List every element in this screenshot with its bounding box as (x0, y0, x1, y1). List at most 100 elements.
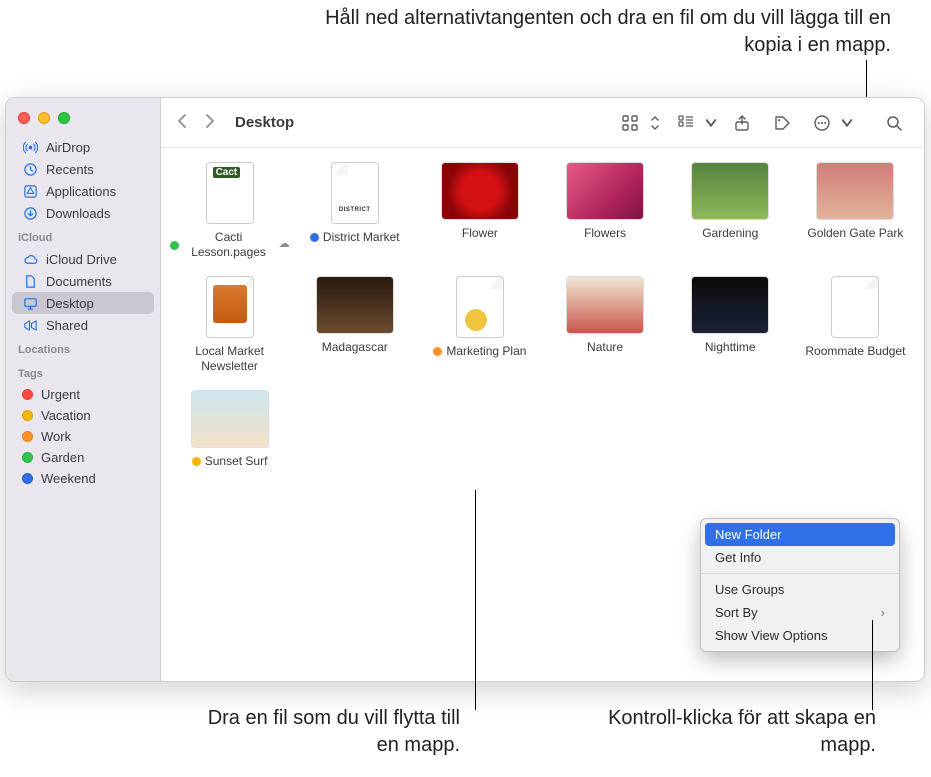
file-item[interactable]: Flowers (544, 162, 665, 260)
file-item[interactable]: Marketing Plan (419, 276, 540, 374)
sidebar-item-icloud-drive[interactable]: iCloud Drive (6, 248, 160, 270)
chevron-down-icon (840, 110, 854, 136)
file-item[interactable]: Madagascar (294, 276, 415, 374)
tag-dot-icon (433, 347, 442, 356)
file-thumbnail (566, 276, 644, 334)
context-menu-item-sort-by[interactable]: Sort By › (701, 601, 899, 624)
tag-dot-icon (192, 457, 201, 466)
file-thumbnail (441, 162, 519, 220)
clock-icon (22, 161, 38, 177)
sidebar-item-label: Downloads (46, 206, 110, 221)
more-actions-button[interactable] (806, 110, 854, 136)
forward-button[interactable] (203, 113, 217, 132)
download-icon (22, 205, 38, 221)
sidebar-item-label: Applications (46, 184, 116, 199)
callout-line-bottom-right (872, 620, 873, 710)
finder-window: AirDrop Recents Applications Downloads iClo… (5, 97, 925, 682)
chevron-down-icon (704, 110, 718, 136)
tag-dot-icon (170, 241, 179, 250)
file-item[interactable]: Local Market Newsletter (169, 276, 290, 374)
view-mode-control[interactable] (614, 110, 662, 136)
sidebar-item-downloads[interactable]: Downloads (6, 202, 160, 224)
sidebar-item-label: Documents (46, 274, 112, 289)
file-label: Madagascar (322, 340, 388, 355)
sidebar-item-recents[interactable]: Recents (6, 158, 160, 180)
file-thumbnail (816, 162, 894, 220)
file-item[interactable]: Cacti Lesson.pages ☁︎ (169, 162, 290, 260)
sidebar-item-shared[interactable]: Shared (6, 314, 160, 336)
sidebar-tag-garden[interactable]: Garden (6, 447, 160, 468)
share-button[interactable] (726, 110, 758, 136)
context-menu-item-get-info[interactable]: Get Info (701, 546, 899, 569)
sidebar: AirDrop Recents Applications Downloads iClo… (6, 98, 161, 681)
callout-bottom-left: Dra en fil som du vill flytta till en ma… (200, 705, 460, 759)
file-name: Flower (462, 226, 498, 241)
file-thumbnail (331, 162, 379, 224)
file-name: Sunset Surf (205, 454, 268, 469)
file-item[interactable]: Flower (419, 162, 540, 260)
file-item[interactable]: Nighttime (670, 276, 791, 374)
sidebar-item-desktop[interactable]: Desktop (12, 292, 154, 314)
chevron-right-icon: › (881, 605, 885, 620)
file-name: District Market (323, 230, 400, 245)
file-label: Gardening (702, 226, 758, 241)
maximize-button[interactable] (58, 112, 70, 124)
file-label: Nature (587, 340, 623, 355)
file-name: Madagascar (322, 340, 388, 355)
tags-button[interactable] (766, 110, 798, 136)
file-label: Local Market Newsletter (170, 344, 290, 374)
file-name: Nature (587, 340, 623, 355)
tag-dot-icon (22, 389, 33, 400)
sidebar-item-label: Desktop (46, 296, 94, 311)
apps-icon (22, 183, 38, 199)
sidebar-item-label: iCloud Drive (46, 252, 117, 267)
context-menu-item-show-view-options[interactable]: Show View Options (701, 624, 899, 647)
file-name: Nighttime (705, 340, 756, 355)
minimize-button[interactable] (38, 112, 50, 124)
search-button[interactable] (878, 110, 910, 136)
sidebar-item-documents[interactable]: Documents (6, 270, 160, 292)
context-menu-label: New Folder (715, 527, 781, 542)
group-by-control[interactable] (670, 110, 718, 136)
sidebar-section-icloud: iCloud (6, 224, 160, 248)
file-item[interactable]: District Market (294, 162, 415, 260)
tag-dot-icon (310, 233, 319, 242)
file-name: Marketing Plan (446, 344, 526, 359)
file-label: Golden Gate Park (807, 226, 903, 241)
tag-dot-icon (22, 410, 33, 421)
context-menu-item-new-folder[interactable]: New Folder (705, 523, 895, 546)
back-button[interactable] (175, 113, 189, 132)
sidebar-tag-label: Garden (41, 450, 84, 465)
file-thumbnail (566, 162, 644, 220)
desktop-icon (22, 295, 38, 311)
file-label: Sunset Surf (192, 454, 268, 469)
sidebar-tag-urgent[interactable]: Urgent (6, 384, 160, 405)
airdrop-icon (22, 139, 38, 155)
sidebar-tag-work[interactable]: Work (6, 426, 160, 447)
window-traffic-lights (6, 106, 160, 136)
file-grid-area[interactable]: Cacti Lesson.pages ☁︎ District Market Flow… (161, 148, 924, 681)
file-thumbnail (206, 276, 254, 338)
close-button[interactable] (18, 112, 30, 124)
sidebar-tag-weekend[interactable]: Weekend (6, 468, 160, 489)
callout-line-bottom-left (475, 490, 476, 710)
file-label: Flowers (584, 226, 626, 241)
file-thumbnail (831, 276, 879, 338)
sidebar-item-airdrop[interactable]: AirDrop (6, 136, 160, 158)
sidebar-tag-label: Vacation (41, 408, 91, 423)
file-thumbnail (191, 390, 269, 448)
context-menu-item-use-groups[interactable]: Use Groups (701, 578, 899, 601)
file-item[interactable]: Sunset Surf (169, 390, 290, 469)
sidebar-item-applications[interactable]: Applications (6, 180, 160, 202)
cloud-icon (22, 251, 38, 267)
sidebar-tag-label: Work (41, 429, 71, 444)
sidebar-item-label: AirDrop (46, 140, 90, 155)
sidebar-tag-vacation[interactable]: Vacation (6, 405, 160, 426)
file-item[interactable]: Golden Gate Park (795, 162, 916, 260)
file-item[interactable]: Roommate Budget (795, 276, 916, 374)
file-label: Cacti Lesson.pages ☁︎ (170, 230, 290, 260)
file-item[interactable]: Nature (544, 276, 665, 374)
file-item[interactable]: Gardening (670, 162, 791, 260)
file-thumbnail (691, 276, 769, 334)
context-menu-label: Sort By (715, 605, 758, 620)
